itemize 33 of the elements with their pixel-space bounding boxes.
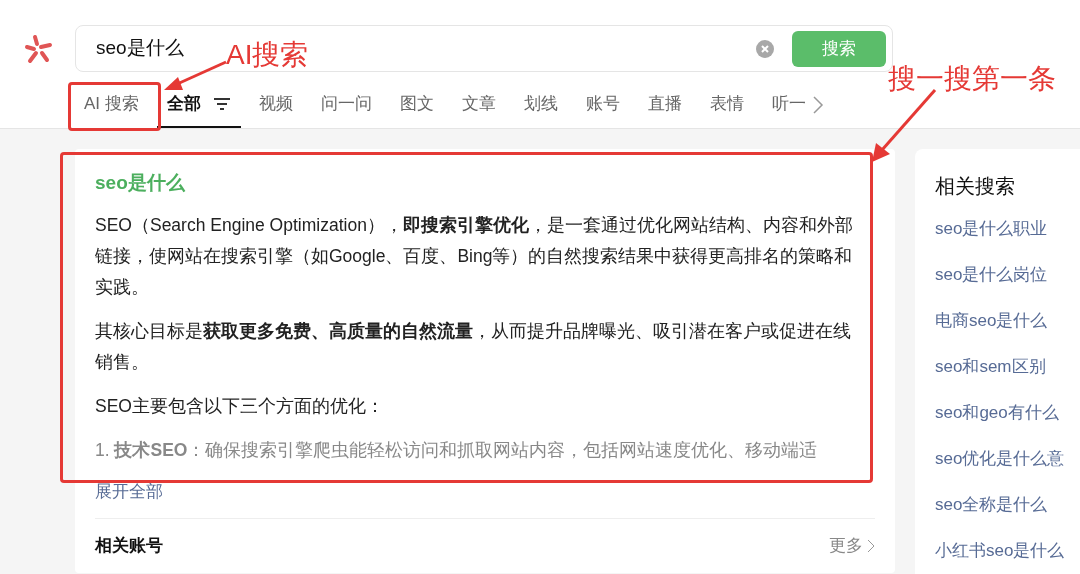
tab[interactable]: 图文 xyxy=(389,82,444,128)
section-title: 相关搜索 xyxy=(935,174,1016,199)
result-paragraph: SEO主要包含以下三个方面的优化： xyxy=(95,394,385,418)
related-search-link[interactable]: seo是什么职业 xyxy=(935,217,1080,263)
chevron-right-icon[interactable] xyxy=(867,538,875,553)
section-title: 相关账号 xyxy=(95,535,163,557)
tab[interactable]: 划线 xyxy=(513,82,568,128)
annotation-arrow xyxy=(164,60,227,90)
result-paragraph: 1. 技术SEO：确保搜索引擎爬虫能轻松访问和抓取网站内容，包括网站速度优化、移动端适 xyxy=(95,438,819,462)
related-search-link[interactable]: seo全称是什么 xyxy=(935,493,1080,539)
tab[interactable]: 表情 xyxy=(699,82,754,128)
related-search-link[interactable]: seo是什么岗位 xyxy=(935,263,1080,309)
annotation-label: AI搜索 xyxy=(226,38,309,72)
tab[interactable]: 视频 xyxy=(248,82,303,128)
related-search-link[interactable]: seo优化是什么意 xyxy=(935,447,1080,493)
clear-icon[interactable] xyxy=(756,39,774,58)
result-paragraph: SEO（Search Engine Optimization），即搜索引擎优化，是一套通过优化网站结构、内容和外部链接，使网站在搜索引擎（如Google、百度、Bing等）的自然搜索结果中获得更高排名的策略和实践。 xyxy=(95,213,854,299)
tab[interactable]: 直播 xyxy=(637,82,692,128)
related-search-link[interactable]: 小红书seo是什么 xyxy=(935,539,1080,574)
logo-icon xyxy=(23,33,53,64)
filter-icon[interactable] xyxy=(212,97,231,111)
tab[interactable]: 问一问 xyxy=(310,82,382,128)
tab[interactable]: 听一 xyxy=(761,82,816,128)
tab[interactable]: 文章 xyxy=(451,82,506,128)
tab[interactable]: AI 搜索 xyxy=(74,82,149,128)
search-text: seo是什么 xyxy=(96,36,184,61)
related-search-link[interactable]: 电商seo是什么 xyxy=(935,309,1080,355)
tab[interactable]: 账号 xyxy=(575,82,630,128)
more-link[interactable]: 更多 xyxy=(829,533,875,559)
related-search-link[interactable]: seo和sem区别 xyxy=(935,355,1080,401)
result-paragraph: 其核心目标是获取更多免费、高质量的自然流量，从而提升品牌曝光、吸引潜在客户或促进在线销售。 xyxy=(95,319,852,374)
related-search-link[interactable]: seo和geo有什么 xyxy=(935,401,1080,447)
expand-link[interactable]: 展开全部 xyxy=(95,478,163,504)
